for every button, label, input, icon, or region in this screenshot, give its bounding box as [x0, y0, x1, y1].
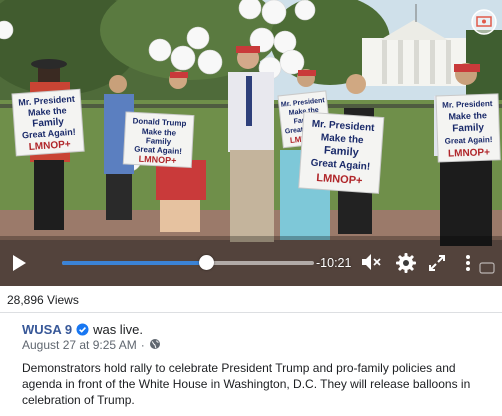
page-name-link[interactable]: WUSA 9: [22, 322, 72, 337]
divider: [0, 312, 502, 313]
post-timestamp-link[interactable]: August 27 at 9:25 AM: [22, 338, 137, 352]
sign-5-line-2: Make the: [448, 110, 487, 121]
more-vertical-icon: [466, 255, 470, 271]
video-player[interactable]: Mr. President Make the Family Great Agai…: [0, 0, 502, 286]
more-options-button[interactable]: [460, 252, 476, 274]
post-description: Demonstrators hold rally to celebrate Pr…: [22, 361, 471, 407]
progress-fill: [62, 261, 206, 265]
progress-scrubber[interactable]: [198, 255, 214, 270]
view-count: 28,896 Views: [7, 293, 79, 307]
sign-5-line-4: Great Again!: [445, 135, 493, 146]
channel-logo-icon: [478, 260, 496, 276]
post-header: WUSA 9 was live.: [22, 320, 143, 338]
play-icon: [13, 255, 26, 271]
post-meta: August 27 at 9:25 AM ·: [22, 337, 161, 353]
expand-icon: [429, 255, 445, 271]
sign-5-line-3: Family: [452, 122, 484, 134]
time-remaining: -10:21: [316, 256, 352, 270]
video-controls: -10:21: [0, 242, 502, 282]
fullscreen-button[interactable]: [426, 252, 448, 274]
gear-icon: [396, 253, 416, 273]
sign-2-line-5: LMNOP+: [138, 154, 176, 166]
settings-button[interactable]: [394, 251, 418, 275]
video-badge-icon: [470, 8, 498, 36]
sign-4-line-3: Family: [324, 144, 360, 158]
verified-badge-icon: [76, 323, 89, 336]
volume-muted-icon: [362, 254, 381, 270]
sign-5-line-1: Mr. President: [442, 99, 493, 110]
public-globe-icon[interactable]: [149, 338, 161, 353]
volume-button[interactable]: [360, 251, 384, 273]
meta-separator: ·: [140, 338, 145, 352]
live-status: was live.: [93, 321, 143, 337]
sign-5-line-5: LMNOP+: [448, 147, 490, 159]
progress-bar[interactable]: [62, 255, 314, 270]
play-button[interactable]: [6, 252, 32, 274]
